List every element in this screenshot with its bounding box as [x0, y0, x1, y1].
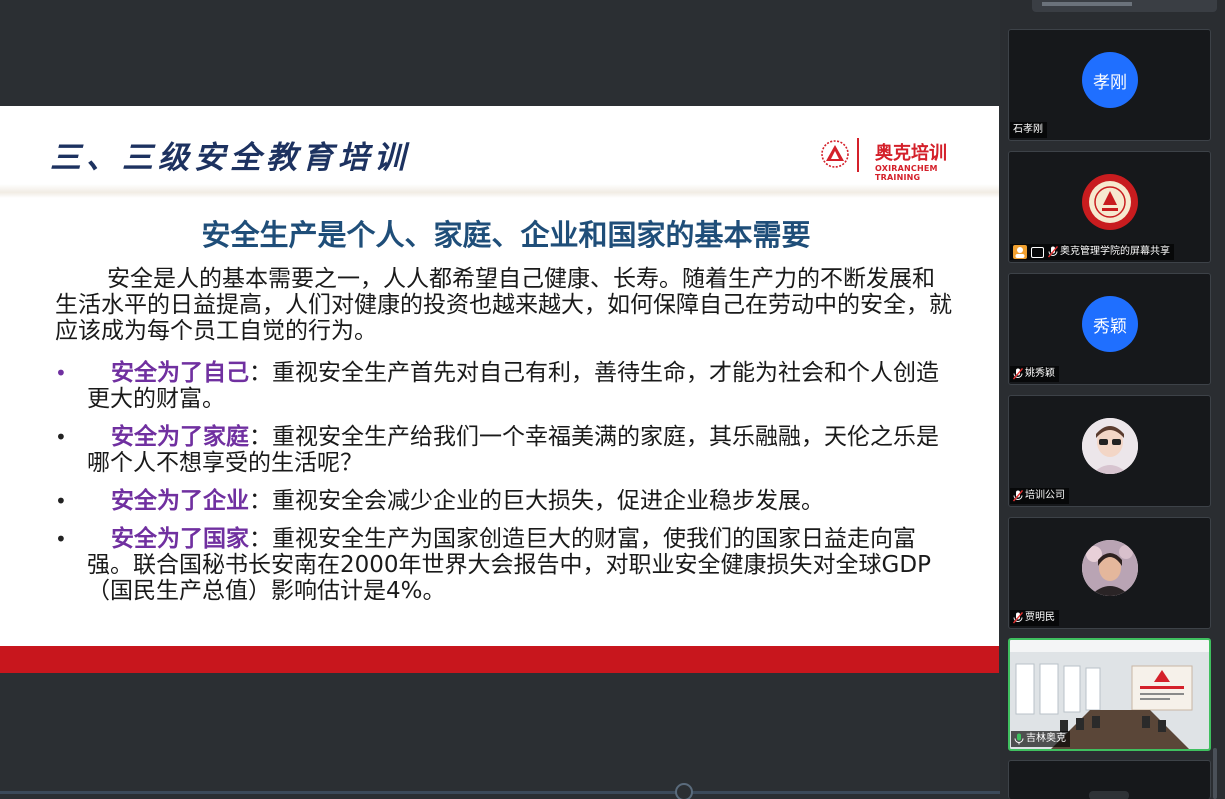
tile-placeholder — [1089, 791, 1129, 799]
participant-name-tag: 奥克管理学院的屏幕共享 — [1010, 244, 1174, 260]
participant-name-tag: 吉林奥克 — [1011, 731, 1070, 747]
panel-top-bar[interactable] — [1032, 0, 1217, 12]
brand-logo: 奥克培训 OXIRANCHEM TRAINING — [818, 136, 968, 182]
logo-en-text: OXIRANCHEM TRAINING — [875, 164, 938, 182]
participant-tile[interactable]: 孝刚 石孝刚 — [1008, 29, 1211, 141]
bullet-list: • 安全为了自己：重视安全生产首先对自己有利，善待生命，才能为社会和个人创造更大的… — [55, 360, 955, 616]
participant-name-tag: 姚秀颖 — [1010, 366, 1059, 382]
avatar: 秀颖 — [1082, 296, 1138, 352]
participants-panel: 孝刚 石孝刚 奥克管理学院的屏幕共享 秀颖 姚秀颖 培训公司 贾明民 吉林奥克 — [1000, 0, 1225, 799]
screen-share-icon — [1031, 246, 1044, 258]
bullet-marker: • — [55, 527, 67, 551]
logo-divider — [857, 138, 859, 172]
bullet-text: ：重视安全会减少企业的巨大损失，促进企业稳步发展。 — [249, 488, 824, 514]
mic-active-icon — [1014, 733, 1024, 745]
bullet-marker: • — [55, 489, 67, 513]
participant-name: 贾明民 — [1025, 612, 1055, 623]
bullet-item: • 安全为了家庭：重视安全生产给我们一个幸福美满的家庭，其乐融融，天伦之乐是哪个人… — [55, 424, 955, 476]
participant-name: 奥克管理学院的屏幕共享 — [1060, 246, 1170, 257]
person-icon — [1013, 245, 1027, 259]
bullet-key: 安全为了企业 — [111, 488, 249, 514]
avatar-photo — [1082, 540, 1138, 596]
progress-track[interactable] — [0, 791, 1000, 794]
shared-screen-stage: 三、三级安全教育培训 奥克培训 OXIRANCHEM TRAINING 安全生产… — [0, 0, 1000, 799]
bullet-key: 安全为了家庭 — [111, 424, 249, 450]
logo-cn-text: 奥克培训 — [875, 143, 947, 164]
participant-tile[interactable] — [1008, 760, 1211, 799]
person-photo-icon — [1082, 418, 1138, 474]
progress-handle[interactable] — [675, 783, 693, 799]
bullet-marker: • — [55, 361, 67, 385]
avatar: 孝刚 — [1082, 52, 1138, 108]
slide-title: 三、三级安全教育培训 — [50, 140, 410, 176]
bullet-item: • 安全为了企业：重视安全会减少企业的巨大损失，促进企业稳步发展。 — [55, 488, 955, 514]
slide-heading: 安全生产是个人、家庭、企业和国家的基本需要 — [201, 218, 811, 252]
participant-name-tag: 贾明民 — [1010, 610, 1059, 626]
participant-name: 石孝刚 — [1013, 124, 1043, 135]
mic-muted-icon — [1012, 612, 1024, 624]
intro-paragraph: 安全是人的基本需要之一，人人都希望自己健康、长寿。随着生产力的不断发展和生活水平… — [55, 266, 952, 344]
bullet-item: • 安全为了国家：重视安全生产为国家创造巨大的财富，使我们的国家日益走向富强。联合… — [55, 526, 955, 604]
mic-muted-icon — [1047, 246, 1059, 258]
avatar — [1082, 174, 1138, 230]
avatar-photo — [1082, 418, 1138, 474]
participant-tile-active[interactable]: 吉林奥克 — [1008, 638, 1211, 751]
person-photo-icon — [1082, 540, 1138, 596]
participant-name-tag: 培训公司 — [1010, 488, 1069, 504]
slide-header: 三、三级安全教育培训 奥克培训 OXIRANCHEM TRAINING — [0, 106, 999, 194]
presentation-slide: 三、三级安全教育培训 奥克培训 OXIRANCHEM TRAINING 安全生产… — [0, 106, 999, 673]
bullet-key: 安全为了自己 — [111, 360, 249, 386]
mic-muted-icon — [1012, 368, 1024, 380]
participant-tile[interactable]: 贾明民 — [1008, 517, 1211, 629]
panel-scrollbar[interactable] — [1213, 748, 1217, 799]
brand-logo-icon — [821, 140, 849, 168]
participant-name-tag: 石孝刚 — [1010, 122, 1047, 138]
participant-tile[interactable]: 培训公司 — [1008, 395, 1211, 507]
slide-footer-band — [0, 646, 999, 673]
participant-name: 吉林奥克 — [1026, 733, 1066, 744]
mic-muted-icon — [1012, 490, 1024, 502]
participant-name: 培训公司 — [1025, 490, 1065, 501]
org-seal-icon — [1083, 175, 1137, 229]
participant-tile[interactable]: 奥克管理学院的屏幕共享 — [1008, 151, 1211, 263]
participant-tile[interactable]: 秀颖 姚秀颖 — [1008, 273, 1211, 385]
bullet-item: • 安全为了自己：重视安全生产首先对自己有利，善待生命，才能为社会和个人创造更大的… — [55, 360, 955, 412]
header-divider — [0, 184, 999, 198]
bullet-marker: • — [55, 425, 67, 449]
bullet-key: 安全为了国家 — [111, 526, 249, 552]
participant-name: 姚秀颖 — [1025, 368, 1055, 379]
